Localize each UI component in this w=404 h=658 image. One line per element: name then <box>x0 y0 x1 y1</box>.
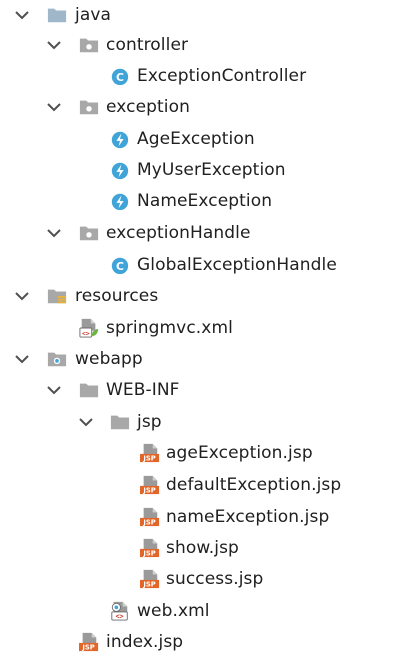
tree-node-java[interactable]: java <box>0 0 404 31</box>
tree-node-label: exception <box>106 97 190 117</box>
tree-node-label: GlobalExceptionHandle <box>137 255 337 275</box>
chevron-down-icon[interactable] <box>45 98 63 116</box>
svg-text:C: C <box>116 260 124 273</box>
tree-node-nameexception[interactable]: NameException <box>0 186 404 217</box>
svg-text:JSP: JSP <box>142 550 155 558</box>
tree-node-jsp[interactable]: jsp <box>0 407 404 438</box>
svg-text:JSP: JSP <box>81 644 94 652</box>
tree-node-label: controller <box>106 35 189 55</box>
svg-text:JSP: JSP <box>142 455 155 463</box>
svg-text:JSP: JSP <box>142 581 155 589</box>
tree-node-label: jsp <box>137 412 162 432</box>
tree-node-exceptioncontroller[interactable]: C ExceptionController <box>0 61 404 92</box>
jsp-file-icon: JSP <box>79 632 99 652</box>
tree-node-success-jsp[interactable]: JSP success.jsp <box>0 564 404 595</box>
jsp-file-icon: JSP <box>140 443 160 463</box>
tree-node-label: success.jsp <box>166 569 264 589</box>
svg-text:JSP: JSP <box>142 487 155 495</box>
chevron-down-icon[interactable] <box>13 287 31 305</box>
tree-node-globalexceptionhandle[interactable]: C GlobalExceptionHandle <box>0 250 404 281</box>
exception-class-icon <box>111 193 129 211</box>
tree-node-show-jsp[interactable]: JSP show.jsp <box>0 533 404 564</box>
tree-node-label: resources <box>75 286 159 306</box>
tree-node-web-xml[interactable]: <> web.xml <box>0 596 404 627</box>
tree-node-label: ageException.jsp <box>166 443 313 463</box>
class-icon: C <box>111 257 129 275</box>
svg-text:<>: <> <box>82 330 90 337</box>
jsp-file-icon: JSP <box>140 569 160 589</box>
spring-xml-icon: <> <box>79 318 99 338</box>
tree-node-webapp[interactable]: webapp <box>0 344 404 375</box>
chevron-down-icon[interactable] <box>45 381 63 399</box>
jsp-file-icon: JSP <box>140 507 160 527</box>
tree-node-label: NameException <box>137 191 273 211</box>
tree-node-nameexception-jsp[interactable]: JSP nameException.jsp <box>0 502 404 533</box>
project-tree: java controller C ExceptionController ex… <box>0 0 404 654</box>
chevron-down-icon[interactable] <box>45 224 63 242</box>
tree-node-exception[interactable]: exception <box>0 92 404 123</box>
tree-node-label: java <box>75 5 112 25</box>
tree-node-exceptionhandle[interactable]: exceptionHandle <box>0 218 404 249</box>
tree-node-label: exceptionHandle <box>106 223 251 243</box>
class-icon: C <box>111 68 129 86</box>
folder-icon <box>110 415 130 430</box>
svg-text:<>: <> <box>115 613 123 621</box>
exception-class-icon <box>111 162 129 180</box>
chevron-down-icon[interactable] <box>77 413 95 431</box>
source-folder-icon <box>47 8 67 23</box>
jsp-file-icon: JSP <box>140 475 160 495</box>
tree-node-label: defaultException.jsp <box>166 475 342 495</box>
tree-node-label: webapp <box>75 349 143 369</box>
tree-node-ageexception-jsp[interactable]: JSP ageException.jsp <box>0 438 404 469</box>
resources-folder-icon <box>47 289 67 304</box>
tree-node-label: web.xml <box>137 601 210 621</box>
package-icon <box>79 226 99 241</box>
tree-node-springmvc-xml[interactable]: <> springmvc.xml <box>0 313 404 344</box>
tree-node-label: ExceptionController <box>137 66 307 86</box>
jsp-file-icon: JSP <box>140 538 160 558</box>
tree-node-ageexception[interactable]: AgeException <box>0 124 404 155</box>
tree-node-label: show.jsp <box>166 538 239 558</box>
folder-icon <box>79 383 99 398</box>
tree-node-label: AgeException <box>137 129 255 149</box>
web-xml-icon: <> <box>111 601 128 621</box>
tree-node-label: springmvc.xml <box>106 318 233 338</box>
tree-node-label: index.jsp <box>106 632 184 652</box>
tree-node-label: nameException.jsp <box>166 507 330 527</box>
svg-text:C: C <box>116 71 124 84</box>
tree-node-defaultexception-jsp[interactable]: JSP defaultException.jsp <box>0 470 404 501</box>
chevron-down-icon[interactable] <box>13 6 31 24</box>
chevron-down-icon[interactable] <box>13 350 31 368</box>
tree-node-myuserexception[interactable]: MyUserException <box>0 155 404 186</box>
tree-node-controller[interactable]: controller <box>0 30 404 61</box>
exception-class-icon <box>111 131 129 149</box>
tree-node-index-jsp[interactable]: JSP index.jsp <box>0 627 404 658</box>
tree-node-label: MyUserException <box>137 160 286 180</box>
package-icon <box>79 100 99 115</box>
tree-node-resources[interactable]: resources <box>0 281 404 312</box>
package-icon <box>79 38 99 53</box>
web-folder-icon <box>47 352 67 367</box>
chevron-down-icon[interactable] <box>45 36 63 54</box>
tree-node-web-inf[interactable]: WEB-INF <box>0 375 404 406</box>
svg-text:JSP: JSP <box>142 519 155 527</box>
tree-node-label: WEB-INF <box>106 380 180 400</box>
